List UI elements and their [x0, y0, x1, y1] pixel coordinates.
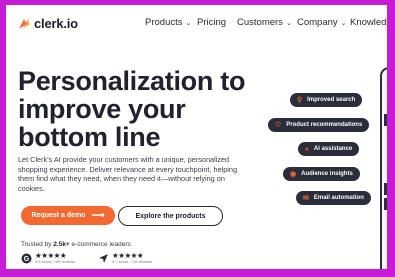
rating-capterra: ★★★★★ 4.7 score, +15 reviews	[98, 252, 152, 264]
arrow-right-icon: ⟶	[91, 210, 105, 220]
nav-knowledge[interactable]: Knowledge	[350, 17, 387, 28]
capterra-logo-icon	[99, 253, 108, 263]
brand-logo[interactable]: clerk.io	[18, 16, 78, 31]
chevron-down-icon: ⌄	[285, 19, 292, 27]
top-navigation: clerk.io Products ⌄ Pricing Customers ⌄ Co…	[6, 5, 387, 41]
svg-text:G: G	[24, 256, 30, 263]
brand-name: clerk.io	[34, 16, 78, 31]
search-icon: ⚲	[297, 97, 303, 104]
chevron-down-icon: ⌄	[185, 19, 192, 27]
explore-products-button[interactable]: Explore the products	[118, 206, 223, 226]
hero-title: Personalization to improve your bottom l…	[18, 66, 246, 152]
nav-products[interactable]: Products ⌄	[145, 17, 191, 28]
clerk-logo-icon	[19, 18, 30, 29]
heart-icon: ♡	[275, 122, 282, 129]
insight-icon: ◉	[290, 171, 297, 178]
nav-pricing[interactable]: Pricing	[197, 17, 226, 28]
phone-mockup	[380, 67, 387, 269]
phone-ui-bar	[384, 114, 387, 126]
g2-logo-icon: G	[21, 253, 32, 263]
trust-statement: Trusted by 2.5k+ e-commerce leaders	[21, 241, 131, 248]
rating-caption: 4.7 score, +15 reviews	[112, 259, 153, 264]
rating-g2: G ★★★★★ 4.8 score, +99 reviews	[21, 252, 75, 264]
request-demo-button[interactable]: Request a demo ⟶	[21, 206, 115, 225]
feature-pill-search[interactable]: ⚲ Improved search	[290, 93, 363, 107]
feature-pill-email-automation[interactable]: ✉ Email automation	[296, 191, 371, 205]
nav-company[interactable]: Company ⌄	[297, 17, 347, 28]
browser-viewport: clerk.io Products ⌄ Pricing Customers ⌄ Co…	[6, 5, 387, 269]
star-rating: ★★★★★	[35, 251, 67, 260]
phone-ui-bar	[384, 198, 387, 210]
feature-pill-recommendations[interactable]: ♡ Product recommendations	[268, 118, 370, 132]
chevrons-icon: «	[305, 145, 309, 153]
hero-description: Let Clerk's AI provide your customers wi…	[18, 155, 238, 193]
chevron-down-icon: ⌄	[340, 19, 347, 27]
feature-pill-audience-insights[interactable]: ◉ Audience insights	[283, 167, 360, 181]
nav-customers[interactable]: Customers ⌄	[237, 17, 292, 28]
rating-caption: 4.8 score, +99 reviews	[35, 259, 76, 264]
phone-ui-bar	[384, 183, 387, 195]
mail-icon: ✉	[303, 195, 309, 202]
star-rating: ★★★★★	[112, 251, 144, 260]
feature-pill-ai-assistance[interactable]: « AI assistance	[298, 142, 360, 156]
